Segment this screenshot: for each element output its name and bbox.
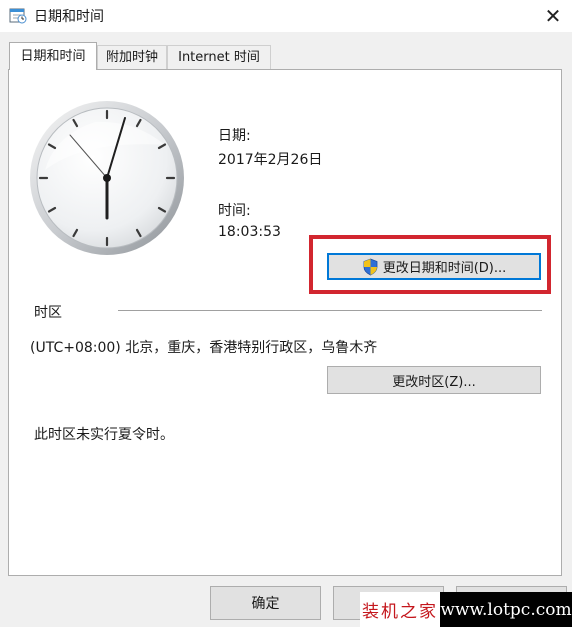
highlight-box: [309, 235, 551, 294]
date-value: 2017年2月26日: [218, 152, 323, 168]
tab-internet-time[interactable]: Internet 时间: [167, 45, 271, 69]
close-button[interactable]: ✕: [534, 0, 572, 32]
window-title: 日期和时间: [34, 9, 104, 25]
timezone-divider: [118, 310, 542, 311]
change-timezone-button[interactable]: 更改时区(Z)...: [327, 366, 541, 394]
analog-clock: [30, 101, 184, 255]
date-time-app-icon: [9, 8, 27, 24]
ok-button-label: 确定: [251, 596, 280, 612]
dst-note: 此时区未实行夏令时。: [34, 427, 174, 443]
time-value: 18:03:53: [218, 224, 281, 240]
title-bar: 日期和时间 ✕: [0, 0, 572, 32]
watermark: 装机之家 www.lotpc.com: [360, 592, 572, 627]
watermark-right: www.lotpc.com: [440, 592, 572, 627]
watermark-left: 装机之家: [360, 592, 440, 627]
timezone-value: (UTC+08:00) 北京，重庆，香港特别行政区，乌鲁木齐: [30, 340, 378, 356]
close-icon: ✕: [544, 4, 562, 28]
date-label: 日期:: [218, 128, 251, 144]
timezone-section-label: 时区: [34, 305, 62, 321]
tab-date-time[interactable]: 日期和时间: [9, 42, 97, 70]
time-label: 时间:: [218, 203, 251, 219]
change-timezone-label: 更改时区(Z)...: [392, 374, 476, 390]
ok-button[interactable]: 确定: [210, 586, 321, 620]
tab-additional-clocks[interactable]: 附加时钟: [97, 45, 167, 69]
